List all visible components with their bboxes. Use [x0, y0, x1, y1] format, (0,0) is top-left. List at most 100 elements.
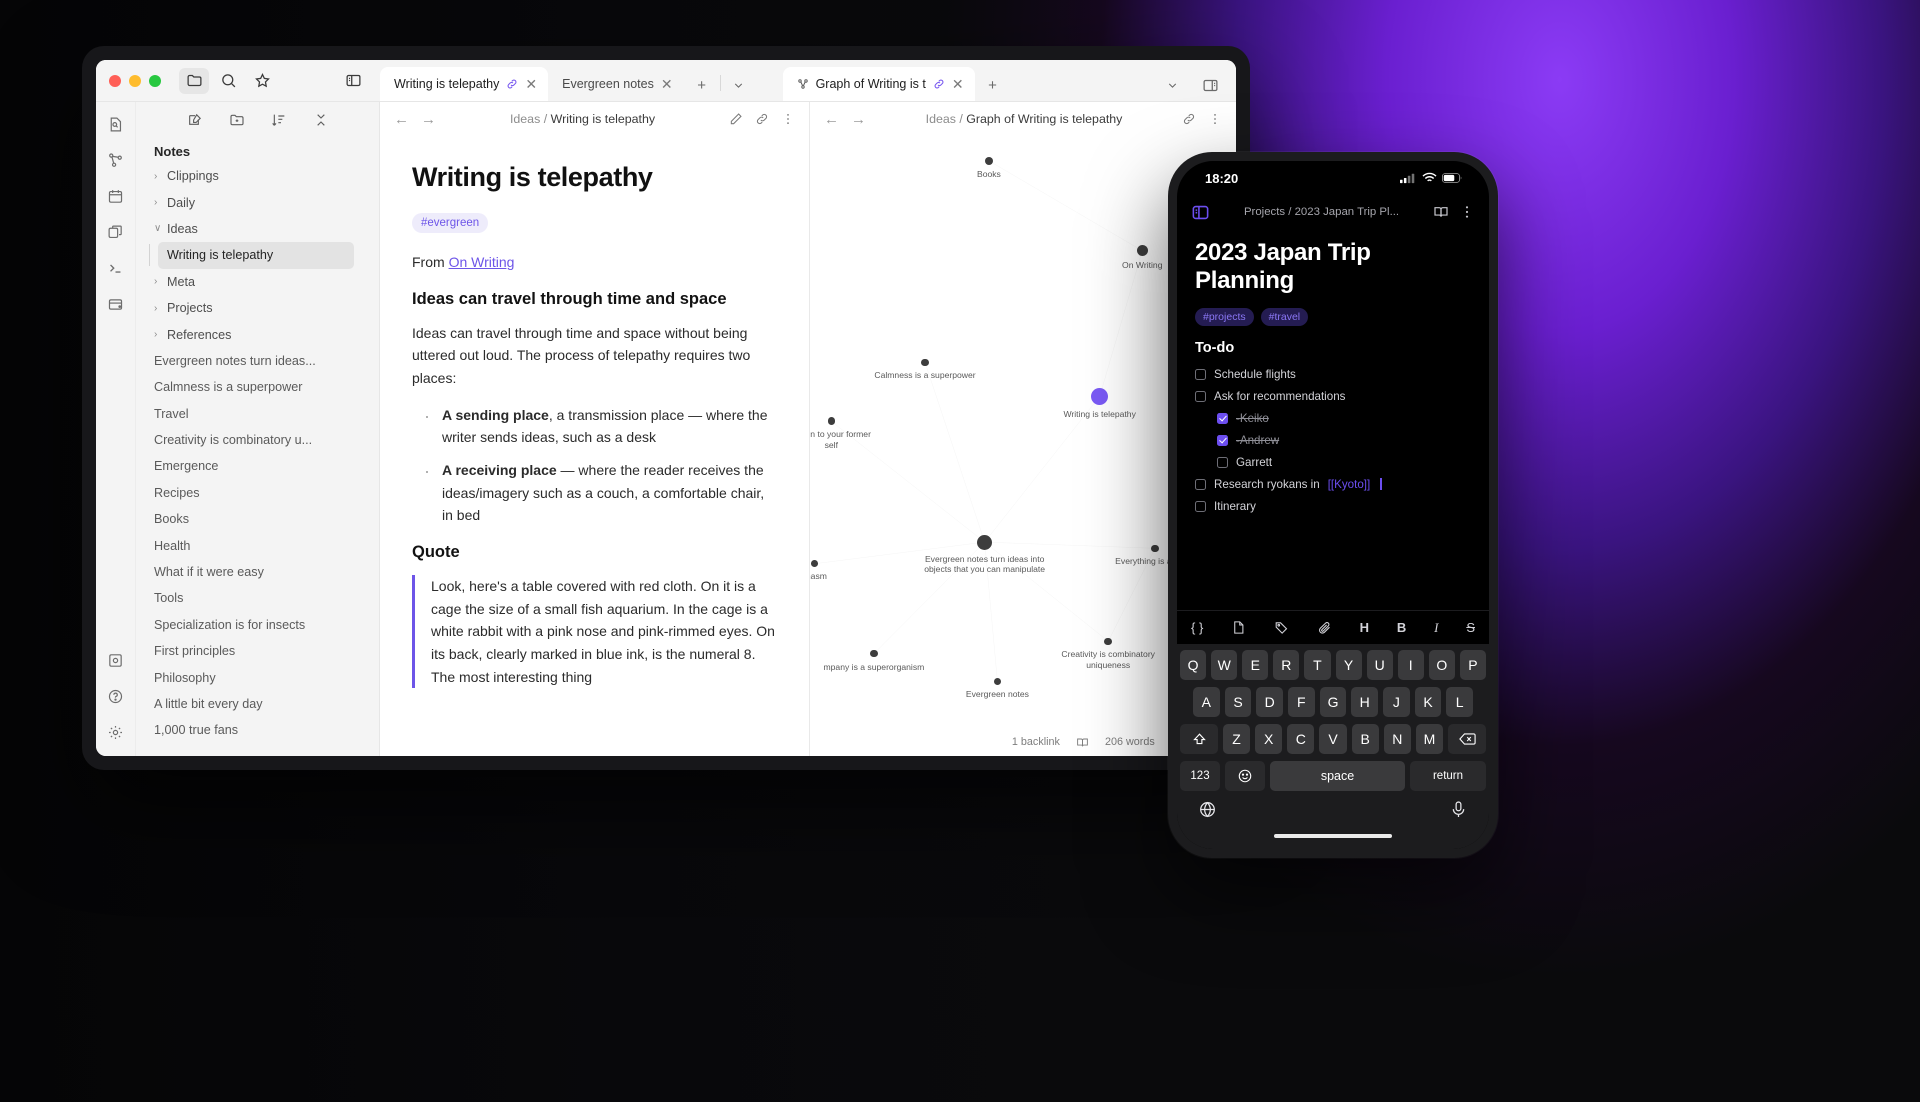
key-b[interactable]: B — [1351, 724, 1379, 754]
folder-icon[interactable] — [179, 67, 209, 94]
close-icon[interactable]: ✕ — [952, 77, 964, 91]
explorer-folder-meta[interactable]: › Meta — [136, 269, 379, 295]
right-sidebar-icon[interactable] — [1198, 73, 1222, 97]
heading-icon[interactable]: H — [1360, 620, 1369, 635]
shift-icon[interactable] — [1180, 724, 1218, 754]
note-content[interactable]: Writing is telepathy #evergreen From On … — [380, 136, 809, 756]
new-tab-button[interactable]: + — [690, 73, 714, 97]
explorer-folder-references[interactable]: › References — [136, 321, 379, 347]
back-button[interactable]: ← — [824, 112, 839, 127]
help-icon[interactable] — [104, 684, 128, 708]
key-n[interactable]: N — [1383, 724, 1411, 754]
explorer-file-writing-is-telepathy[interactable]: Writing is telepathy — [149, 242, 354, 269]
braces-icon[interactable]: { } — [1191, 620, 1203, 635]
edit-pencil-icon[interactable] — [729, 112, 743, 126]
emoji-icon[interactable] — [1225, 761, 1265, 791]
more-options-icon[interactable] — [781, 112, 795, 126]
key-d[interactable]: D — [1256, 687, 1283, 717]
graph-node-creativity[interactable] — [1104, 637, 1112, 646]
star-icon[interactable] — [247, 68, 277, 94]
todo-item-schedule-flights[interactable]: Schedule flights — [1195, 368, 1471, 381]
key-y[interactable]: Y — [1335, 650, 1362, 680]
canvas-icon[interactable] — [104, 220, 128, 244]
todo-item-research-ryokans-in[interactable]: Research ryokans in [[Kyoto]] — [1195, 477, 1471, 491]
chevron-right-icon[interactable]: › — [154, 171, 167, 182]
breadcrumb[interactable]: Ideas / Graph of Writing is telepathy — [878, 112, 1170, 126]
return-key[interactable]: return — [1410, 761, 1486, 791]
tag-projects[interactable]: #projects — [1195, 307, 1254, 326]
breadcrumb[interactable]: Ideas / Writing is telepathy — [448, 112, 717, 126]
mobile-note-body[interactable]: 2023 Japan Trip Planning #projects #trav… — [1177, 229, 1489, 610]
explorer-file-evergreen-notes-turn-ideas[interactable]: Evergreen notes turn ideas... — [136, 348, 379, 374]
key-v[interactable]: V — [1319, 724, 1347, 754]
key-o[interactable]: O — [1428, 650, 1455, 680]
tab-writing-is-telepathy[interactable]: Writing is telepathy ✕ — [380, 67, 549, 101]
sort-icon[interactable] — [271, 112, 287, 133]
explorer-file-calmness-is-a-superpower[interactable]: Calmness is a superpower — [136, 374, 379, 400]
explorer-file-philosophy[interactable]: Philosophy — [136, 664, 379, 690]
backlinks-count[interactable]: 1 backlink — [1012, 736, 1060, 748]
explorer-folder-clippings[interactable]: › Clippings — [136, 163, 379, 189]
explorer-file-first-principles[interactable]: First principles — [136, 638, 379, 664]
sidebar-toggle-icon[interactable] — [338, 68, 368, 94]
numbers-key[interactable]: 123 — [1180, 761, 1220, 791]
graph-view-icon[interactable] — [104, 148, 128, 172]
explorer-file-travel[interactable]: Travel — [136, 401, 379, 427]
open-note-icon[interactable] — [104, 112, 128, 136]
cards-icon[interactable] — [104, 292, 128, 316]
more-options-icon[interactable] — [1459, 204, 1475, 220]
chevron-right-icon[interactable]: › — [154, 197, 167, 208]
sidebar-toggle-icon[interactable] — [1191, 203, 1210, 222]
tag-travel[interactable]: #travel — [1260, 307, 1309, 326]
back-button[interactable]: ← — [394, 112, 409, 127]
chevron-right-icon[interactable]: › — [154, 303, 167, 314]
settings-icon[interactable] — [104, 720, 128, 744]
checkbox-unchecked[interactable] — [1217, 456, 1228, 468]
chevron-down-icon[interactable]: ∨ — [154, 223, 167, 234]
close-icon[interactable]: ✕ — [661, 77, 673, 91]
graph-node-on-writing[interactable] — [1136, 245, 1148, 257]
todo-item-garrett[interactable]: Garrett — [1217, 456, 1471, 469]
close-window-button[interactable] — [109, 74, 121, 87]
explorer-file-health[interactable]: Health — [136, 532, 379, 558]
explorer-folder-daily[interactable]: › Daily — [136, 189, 379, 215]
backspace-icon[interactable] — [1448, 724, 1486, 754]
key-i[interactable]: I — [1397, 650, 1424, 680]
search-icon[interactable] — [213, 68, 243, 94]
space-key[interactable]: space — [1270, 761, 1405, 791]
tab-list-dropdown-icon[interactable] — [727, 73, 751, 97]
book-icon[interactable] — [1076, 736, 1089, 749]
internal-link-on-writing[interactable]: On Writing — [449, 254, 515, 270]
tab-list-dropdown-icon[interactable] — [1160, 73, 1184, 97]
tab-graph-of-writing[interactable]: Graph of Writing is t ✕ — [782, 67, 975, 101]
tab-evergreen-notes[interactable]: Evergreen notes ✕ — [548, 67, 683, 101]
key-k[interactable]: K — [1414, 687, 1442, 717]
graph-node-books[interactable] — [984, 156, 993, 165]
graph-node-evergreen-main[interactable] — [977, 534, 993, 550]
microphone-icon[interactable] — [1449, 800, 1468, 824]
forward-button[interactable]: → — [851, 112, 866, 127]
todo-item-ask-for-recommendations[interactable]: Ask for recommendations — [1195, 390, 1471, 403]
link-icon[interactable] — [1182, 112, 1196, 126]
explorer-file-specialization-is-for-insects[interactable]: Specialization is for insects — [136, 612, 379, 638]
key-l[interactable]: L — [1446, 687, 1474, 717]
explorer-file-books[interactable]: Books — [136, 506, 379, 532]
todo-item-itinerary[interactable]: Itinerary — [1195, 500, 1471, 513]
key-r[interactable]: R — [1273, 650, 1300, 680]
explorer-file-a-little-bit-every-day[interactable]: A little bit every day — [136, 691, 379, 717]
key-h[interactable]: H — [1351, 687, 1379, 717]
terminal-icon[interactable] — [104, 256, 128, 280]
explorer-file-1-000-true-fans[interactable]: 1,000 true fans — [136, 717, 379, 743]
explorer-file-what-if-it-were-easy[interactable]: What if it were easy — [136, 559, 379, 585]
italic-icon[interactable]: I — [1434, 620, 1438, 636]
graph-node-everything-remix[interactable] — [1151, 544, 1159, 552]
strikethrough-icon[interactable]: S — [1466, 620, 1475, 635]
explorer-file-creativity-is-combinatory-u[interactable]: Creativity is combinatory u... — [136, 427, 379, 453]
mobile-breadcrumb[interactable]: Projects / 2023 Japan Trip Pl... — [1220, 206, 1423, 218]
chevron-right-icon[interactable]: › — [154, 329, 167, 340]
key-a[interactable]: A — [1192, 687, 1220, 717]
key-z[interactable]: Z — [1223, 724, 1251, 754]
explorer-file-emergence[interactable]: Emergence — [136, 453, 379, 479]
key-q[interactable]: Q — [1180, 650, 1207, 680]
vault-icon[interactable] — [104, 648, 128, 672]
